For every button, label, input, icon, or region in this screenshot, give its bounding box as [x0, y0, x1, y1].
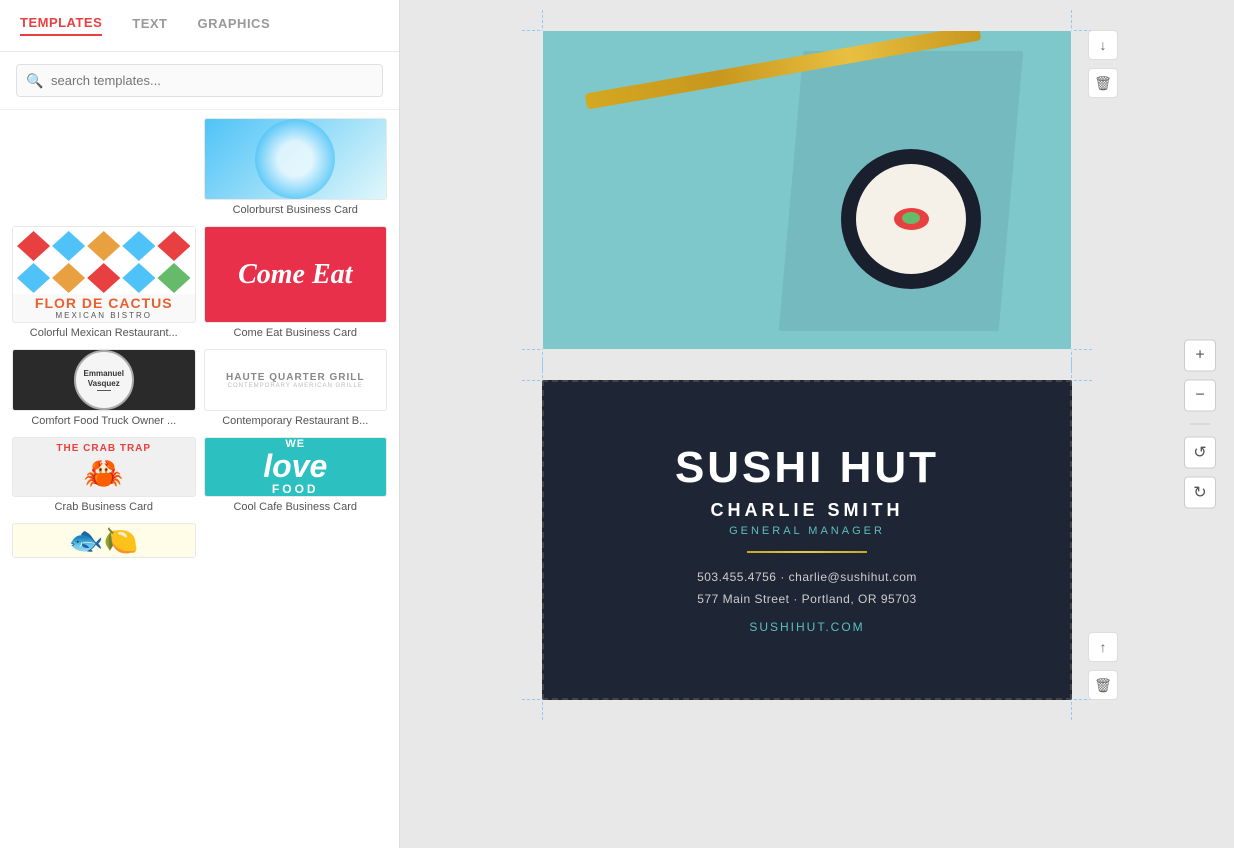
template-item-fish[interactable]: 🐟🍋 — [12, 523, 196, 564]
contemporary-text: HAUTE QUARTER GRILL — [226, 372, 364, 383]
template-label-cool-cafe: Cool Cafe Business Card — [204, 497, 388, 515]
search-input[interactable] — [16, 64, 383, 97]
fish-icon: 🐟🍋 — [69, 524, 139, 557]
ctrl-separator — [1190, 424, 1210, 425]
tab-text[interactable]: TEXT — [132, 16, 167, 35]
cool-love: love — [263, 450, 327, 482]
canvas-panel: ↓ 🗑 SUSHI HUT CHARLIE SMITH GENERAL MANA… — [400, 0, 1234, 848]
template-item-crab[interactable]: THE CRAB TRAP 🦀 Crab Business Card — [12, 437, 196, 515]
template-item-diamond[interactable]: FLOR DE CACTUS MEXICAN BISTRO Colorful M… — [12, 226, 196, 341]
template-item-cool-cafe[interactable]: WE love FOOD Cool Cafe Business Card — [204, 437, 388, 515]
undo-btn[interactable]: ↺ — [1184, 437, 1216, 469]
card2-delete-btn[interactable]: 🗑 — [1088, 670, 1118, 700]
card-sushi-hut[interactable]: SUSHI HUT CHARLIE SMITH GENERAL MANAGER … — [542, 380, 1072, 700]
redo-btn[interactable]: ↻ — [1184, 477, 1216, 509]
template-thumb-comfort: EmmanuelVasquez — [12, 349, 196, 411]
template-grid: Colorburst Business Card FLOR — [0, 110, 399, 848]
card1-wrapper: ↓ 🗑 — [542, 30, 1072, 350]
template-thumb-come-eat: Come Eat — [204, 226, 388, 323]
left-panel: TEMPLATES TEXT GRAPHICS 🔍 Colorburst Bus… — [0, 0, 400, 848]
template-thumb-colorburst — [204, 118, 388, 200]
template-label-diamond: Colorful Mexican Restaurant... — [12, 323, 196, 341]
tab-templates[interactable]: TEMPLATES — [20, 15, 102, 36]
sushi-hut-title: SUSHI HUT — [675, 446, 939, 490]
template-thumb-cool-cafe: WE love FOOD — [204, 437, 388, 497]
search-bar: 🔍 — [0, 52, 399, 110]
comfort-name: EmmanuelVasquez — [84, 369, 124, 388]
tab-graphics[interactable]: GRAPHICS — [198, 16, 271, 35]
card1-download-btn[interactable]: ↓ — [1088, 30, 1118, 60]
template-thumb-contemporary: HAUTE QUARTER GRILL CONTEMPORARY AMERICA… — [204, 349, 388, 411]
card1-controls: ↓ 🗑 — [1088, 30, 1118, 98]
template-thumb-fish: 🐟🍋 — [12, 523, 196, 558]
sushi-roll — [841, 149, 991, 319]
template-label-comfort: Comfort Food Truck Owner ... — [12, 411, 196, 429]
flor-title: FLOR DE CACTUS — [35, 295, 173, 311]
card1-delete-btn[interactable]: 🗑 — [1088, 68, 1118, 98]
cool-food: FOOD — [272, 482, 319, 496]
sushi-topping — [894, 208, 929, 230]
template-item-contemporary[interactable]: HAUTE QUARTER GRILL CONTEMPORARY AMERICA… — [204, 349, 388, 429]
template-label-crab: Crab Business Card — [12, 497, 196, 515]
tabs-bar: TEMPLATES TEXT GRAPHICS — [0, 0, 399, 52]
sushi-hut-role: GENERAL MANAGER — [729, 525, 885, 537]
zoom-in-btn[interactable]: + — [1184, 340, 1216, 372]
crab-icon: 🦀 — [84, 454, 124, 492]
template-label-come-eat: Come Eat Business Card — [204, 323, 388, 341]
sushi-phone: 503.455.4756 — [697, 570, 776, 584]
flor-sub: MEXICAN BISTRO — [56, 311, 152, 320]
sushi-dot1: · — [780, 570, 788, 584]
sushi-contact: 503.455.4756 · charlie@sushihut.com 577 … — [697, 567, 917, 610]
canvas-area: ↓ 🗑 SUSHI HUT CHARLIE SMITH GENERAL MANA… — [542, 30, 1072, 700]
template-label-contemporary: Contemporary Restaurant B... — [204, 411, 388, 429]
come-eat-text: Come Eat — [238, 259, 352, 291]
right-controls: + − ↺ ↻ — [1184, 340, 1216, 509]
search-icon: 🔍 — [26, 72, 43, 89]
template-item-comfort[interactable]: EmmanuelVasquez Comfort Food Truck Owner… — [12, 349, 196, 429]
crab-title: THE CRAB TRAP — [56, 443, 151, 454]
sushi-email: charlie@sushihut.com — [789, 570, 917, 584]
template-item-come-eat[interactable]: Come Eat Come Eat Business Card — [204, 226, 388, 341]
card-sushi-illustration[interactable] — [542, 30, 1072, 350]
card2-wrapper: SUSHI HUT CHARLIE SMITH GENERAL MANAGER … — [542, 380, 1072, 700]
sushi-divider — [747, 551, 867, 553]
template-label-fish — [12, 558, 196, 564]
card2-up-btn[interactable]: ↑ — [1088, 632, 1118, 662]
template-thumb-diamond: FLOR DE CACTUS MEXICAN BISTRO — [12, 226, 196, 323]
zoom-out-btn[interactable]: − — [1184, 380, 1216, 412]
sushi-website: SUSHIHUT.COM — [749, 620, 864, 634]
template-label-colorburst: Colorburst Business Card — [204, 200, 388, 218]
template-item-colorburst[interactable]: Colorburst Business Card — [204, 118, 388, 218]
sushi-address: 577 Main Street · Portland, OR 95703 — [697, 592, 916, 606]
sushi-hut-name: CHARLIE SMITH — [711, 500, 904, 521]
contemporary-sub: CONTEMPORARY AMERICAN GRILLE — [226, 383, 364, 389]
template-thumb-crab: THE CRAB TRAP 🦀 — [12, 437, 196, 497]
card2-controls: ↑ 🗑 — [1088, 632, 1118, 700]
